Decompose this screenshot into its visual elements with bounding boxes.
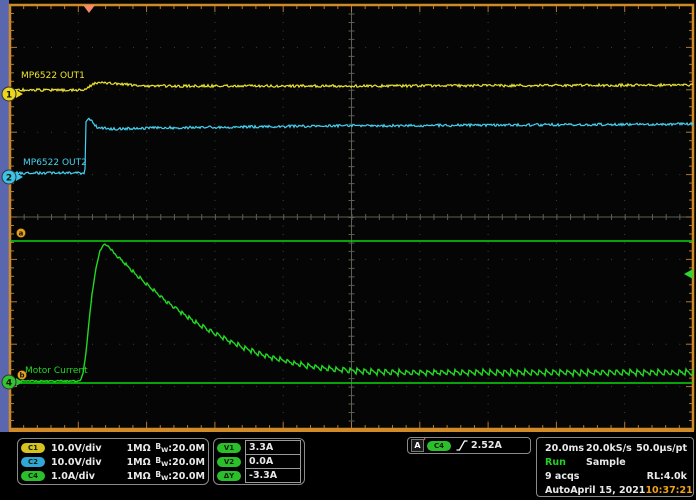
c4-badge[interactable]: C4 xyxy=(21,471,45,481)
channel-row-c4[interactable]: C4 1.0A/div 1MΩ BW:20.0M xyxy=(21,469,205,483)
acq-state: Run xyxy=(545,457,586,468)
c2-badge[interactable]: C2 xyxy=(21,457,45,467)
channel-1-marker[interactable]: 1 xyxy=(2,87,23,101)
v2-value: 0.0A xyxy=(245,454,301,469)
c4-bandwidth: BW:20.0M xyxy=(155,471,205,482)
cursor-v1-row: V1 3.3A xyxy=(217,441,301,455)
trigger-level-value: 2.52A xyxy=(471,440,502,451)
trigger-readout-panel[interactable]: A' C4 2.52A xyxy=(407,437,531,454)
ch4-wave-label: Motor Current xyxy=(25,366,88,376)
c2-impedance: 1MΩ xyxy=(127,457,156,468)
sample-rate: 20.0kS/s xyxy=(586,443,632,454)
trigger-position-marker[interactable] xyxy=(83,5,95,13)
acq-count: 9 acqs xyxy=(545,471,579,482)
channel-row-c2[interactable]: C2 10.0V/div 1MΩ BW:20.0M xyxy=(21,455,205,469)
ch2-wave-label: MP6522 OUT2 xyxy=(23,158,87,168)
channel-row-c1[interactable]: C1 10.0V/div 1MΩ BW:20.0M xyxy=(21,441,205,455)
svg-text:2: 2 xyxy=(6,173,12,183)
acq-mode: Sample xyxy=(586,457,626,468)
c2-scale: 10.0V/div xyxy=(51,457,127,468)
cursor-readout-panel[interactable]: V1 3.3A V2 0.0A ΔY -3.3A xyxy=(213,438,305,485)
svg-text:1: 1 xyxy=(6,90,12,100)
trigger-mode: Auto xyxy=(545,485,570,496)
trigger-source-badge[interactable]: C4 xyxy=(427,441,451,451)
dy-value: -3.3A xyxy=(245,468,301,483)
v1-badge: V1 xyxy=(217,443,241,453)
cursor-dy-row: ΔY -3.3A xyxy=(217,469,301,483)
record-length: RL:4.0k xyxy=(647,471,687,482)
resolution: 50.0µs/pt xyxy=(636,443,687,454)
clock-time: 10:37:21 xyxy=(645,485,692,496)
graticule-grid xyxy=(9,5,694,431)
cursor-v2-row: V2 0.0A xyxy=(217,455,301,469)
rising-edge-icon xyxy=(456,439,468,452)
channel-settings-panel[interactable]: C1 10.0V/div 1MΩ BW:20.0M C2 10.0V/div 1… xyxy=(17,438,209,485)
v2-badge: V2 xyxy=(217,457,241,467)
c1-impedance: 1MΩ xyxy=(127,443,156,454)
acquisition-panel[interactable]: 20.0ms 20.0kS/s 50.0µs/pt Run Sample 9 a… xyxy=(536,437,694,497)
c2-bandwidth: BW:20.0M xyxy=(155,457,205,468)
cursor-a-marker[interactable]: a xyxy=(17,229,26,238)
c1-badge[interactable]: C1 xyxy=(21,443,45,453)
c4-impedance: 1MΩ xyxy=(127,471,156,482)
date: April 15, 2021 xyxy=(570,485,645,496)
v1-value: 3.3A xyxy=(245,440,301,455)
readout-bar: C1 10.0V/div 1MΩ BW:20.0M C2 10.0V/div 1… xyxy=(0,432,696,500)
oscilloscope-screen: a b 1 2 4 MP6522 OUT1 MP6522 OUT2 Motor Curr… xyxy=(0,0,696,500)
ch1-wave-label: MP6522 OUT1 xyxy=(21,71,85,81)
horizontal-scale: 20.0ms xyxy=(545,443,586,454)
svg-text:4: 4 xyxy=(6,378,12,388)
dy-badge: ΔY xyxy=(217,471,241,481)
scope-graticule: a b 1 2 4 MP6522 OUT1 MP6522 OUT2 Motor Curr… xyxy=(0,0,696,432)
c1-scale: 10.0V/div xyxy=(51,443,127,454)
svg-text:a: a xyxy=(19,230,24,238)
c1-bandwidth: BW:20.0M xyxy=(155,443,205,454)
svg-text:b: b xyxy=(19,372,24,380)
trigger-a-icon: A' xyxy=(411,439,424,452)
markers-layer[interactable]: a b 1 2 4 xyxy=(2,5,693,389)
c4-scale: 1.0A/div xyxy=(51,471,127,482)
trigger-level-marker[interactable] xyxy=(684,269,693,279)
